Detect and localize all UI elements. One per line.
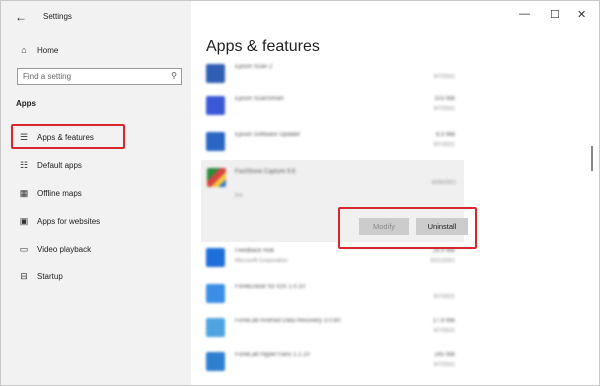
- app-icon: [206, 352, 225, 371]
- sidebar-item-home[interactable]: ⌂ Home: [17, 45, 58, 55]
- sidebar-item-video-playback[interactable]: ▭ Video playback: [17, 244, 91, 255]
- search-box[interactable]: ⚲: [17, 68, 182, 85]
- sidebar-item-label: Offline maps: [37, 189, 82, 198]
- list-item[interactable]: FoneLab HyperTrans 1.1.10 245 MB 9/7/202…: [206, 349, 481, 377]
- main-panel: — ☐ ✕ Apps & features Epson Scan 2 9/7/2…: [191, 1, 599, 385]
- app-date: 9/7/2021: [433, 294, 455, 300]
- sidebar-item-label: Apps for websites: [37, 217, 101, 226]
- list-item[interactable]: Feedback Hub Microsoft Corporation 16.9 …: [206, 245, 481, 273]
- sidebar-item-label: Video playback: [37, 245, 92, 254]
- sidebar-item-label: Home: [37, 45, 59, 55]
- app-icon: [206, 284, 225, 303]
- home-icon: ⌂: [21, 45, 27, 55]
- page-title: Apps & features: [206, 38, 320, 55]
- section-label: Apps: [16, 99, 36, 108]
- list-item[interactable]: Epson ScanSmart 103 MB 9/7/2021: [206, 93, 481, 121]
- sidebar-item-default-apps[interactable]: ☷ Default apps: [17, 160, 82, 171]
- window-title: Settings: [43, 12, 72, 21]
- sidebar: ← Settings ⌂ Home ⚲ Apps ☰ Apps & featur…: [1, 1, 191, 385]
- app-size: 17.8 MB: [432, 318, 455, 324]
- list-item[interactable]: Epson Software Updater 6.9 MB 9/7/2021: [206, 129, 481, 157]
- sidebar-item-label: Startup: [37, 272, 63, 281]
- app-publisher: Microsoft Corporation: [235, 258, 288, 264]
- app-date: 6/21/2021: [430, 258, 455, 264]
- app-date: 9/7/2021: [433, 106, 455, 112]
- app-name: FoneLab HyperTrans 1.1.10: [235, 352, 310, 358]
- app-icon: [206, 132, 225, 151]
- highlight-box: [11, 124, 125, 149]
- web-icon: ▣: [19, 216, 29, 226]
- highlight-box: [338, 207, 477, 249]
- app-name: Epson Software Updater: [235, 132, 301, 138]
- app-name: Epson ScanSmart: [235, 96, 284, 102]
- app-name: FoneEraser for iOS 1.0.10: [235, 284, 306, 290]
- settings-window: ← Settings ⌂ Home ⚲ Apps ☰ Apps & featur…: [0, 0, 600, 386]
- app-date: 9/7/2021: [433, 142, 455, 148]
- scrollbar-thumb[interactable]: [591, 146, 593, 171]
- sidebar-item-label: Default apps: [37, 161, 82, 170]
- app-date: 9/29/2021: [431, 180, 456, 186]
- map-icon: ▦: [19, 188, 29, 198]
- app-name: FoneLab Android Data Recovery 3.0.60: [235, 318, 341, 324]
- sidebar-item-apps-for-websites[interactable]: ▣ Apps for websites: [17, 216, 100, 227]
- app-size: 6.9 MB: [435, 132, 455, 138]
- app-icon: [206, 64, 225, 83]
- video-icon: ▭: [19, 244, 29, 254]
- list-item[interactable]: Epson Scan 2 9/7/2021: [206, 61, 481, 89]
- app-date: 9/7/2021: [433, 362, 455, 368]
- app-name: Epson Scan 2: [235, 64, 273, 70]
- app-icon: [206, 318, 225, 337]
- app-name: Feedback Hub: [235, 248, 275, 254]
- sidebar-item-offline-maps[interactable]: ▦ Offline maps: [17, 188, 82, 199]
- startup-icon: ⊟: [20, 271, 28, 281]
- app-icon: [206, 248, 225, 267]
- app-date: 9/7/2021: [433, 328, 455, 334]
- back-button[interactable]: ←: [15, 10, 27, 24]
- default-apps-icon: ☷: [19, 160, 29, 170]
- search-input[interactable]: [23, 72, 163, 81]
- minimize-button[interactable]: —: [519, 8, 530, 20]
- list-item[interactable]: FoneLab Android Data Recovery 3.0.60 17.…: [206, 315, 481, 343]
- maximize-button[interactable]: ☐: [550, 8, 560, 21]
- list-item[interactable]: FoneEraser for iOS 1.0.10 9/7/2021: [206, 281, 481, 309]
- app-name: FastStone Capture 9.6: [235, 169, 296, 175]
- app-icon: [206, 96, 225, 115]
- app-version: 9.6: [235, 193, 243, 199]
- app-date: 9/7/2021: [433, 74, 455, 80]
- app-size: 245 MB: [434, 352, 455, 358]
- search-icon[interactable]: ⚲: [171, 71, 177, 80]
- app-icon: [207, 168, 226, 187]
- sidebar-item-startup[interactable]: ⊟ Startup: [17, 271, 63, 282]
- app-size: 103 MB: [434, 96, 455, 102]
- close-button[interactable]: ✕: [577, 8, 586, 21]
